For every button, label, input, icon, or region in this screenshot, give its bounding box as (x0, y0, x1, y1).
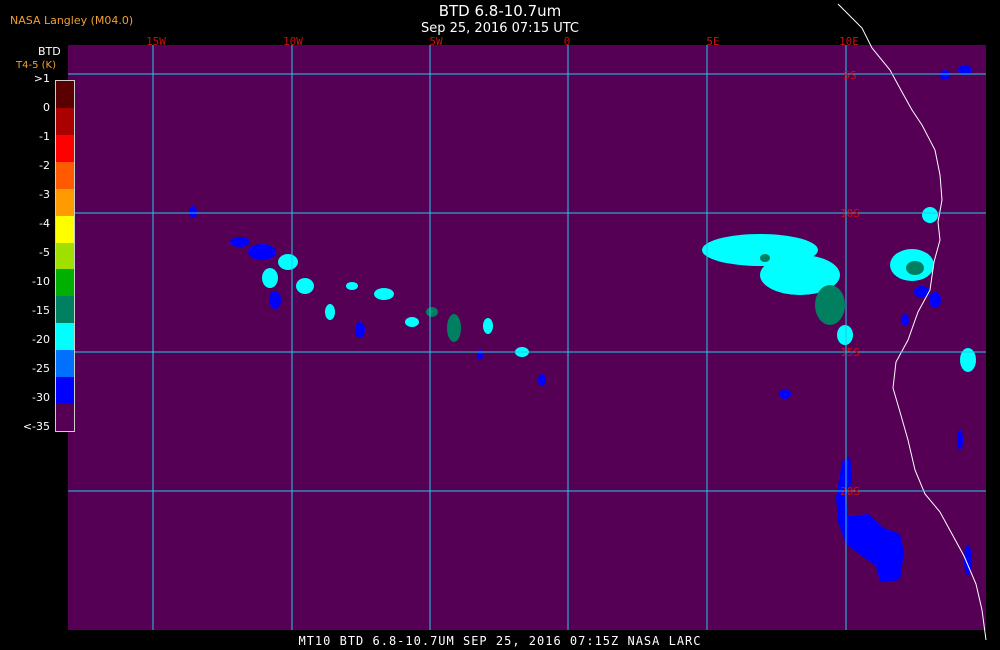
latitude-label: 20S (840, 485, 860, 498)
cloud-feature (374, 288, 394, 300)
cloud-feature (447, 314, 461, 342)
legend-swatch (56, 161, 74, 190)
latitude-label: 10S (840, 207, 860, 220)
legend-tick-label: -25 (32, 362, 50, 375)
cloud-feature (296, 278, 314, 294)
legend-swatch (56, 81, 74, 109)
legend-tick-label: -3 (39, 188, 50, 201)
legend-swatch (56, 323, 74, 351)
cloud-feature (426, 307, 438, 317)
cloud-feature (815, 285, 845, 325)
legend-tick-label: -30 (32, 391, 50, 404)
legend-tick-label: 0 (43, 101, 50, 114)
cloud-feature (230, 237, 250, 247)
legend-swatch (56, 404, 74, 432)
legend-units: T4-5 (K) (16, 60, 56, 71)
legend-swatch (56, 107, 74, 136)
cloud-feature (325, 304, 335, 320)
legend-swatch (56, 242, 74, 270)
cloud-feature (779, 389, 791, 399)
cloud-feature (189, 206, 197, 218)
latitude-label: 15S (840, 346, 860, 359)
cloud-feature (538, 374, 546, 386)
latitude-label: 5S (843, 69, 856, 82)
footer-caption: MT10 BTD 6.8-10.7UM SEP 25, 2016 07:15Z … (298, 634, 702, 648)
cloud-feature (483, 318, 493, 334)
color-legend (55, 80, 75, 432)
cloud-feature (355, 322, 365, 338)
cloud-feature (901, 314, 909, 326)
longitude-label: 10E (839, 35, 859, 48)
legend-swatch (56, 350, 74, 378)
longitude-label: 0 (564, 35, 571, 48)
legend-tick-label: -2 (39, 159, 50, 172)
cloud-feature (906, 261, 924, 275)
legend-tick-label: -15 (32, 304, 50, 317)
map-canvas: 15W 10W 5W 0 5E 10E 5S 10S 15S 20S (68, 3, 987, 641)
cloud-feature (929, 292, 941, 308)
longitude-label: 10W (283, 35, 303, 48)
cloud-feature (346, 282, 358, 290)
cloud-feature (262, 268, 278, 288)
legend-tick-label: -4 (39, 217, 50, 230)
longitude-label: 5W (429, 35, 443, 48)
cloud-feature (760, 254, 770, 262)
legend-swatch (56, 188, 74, 217)
legend-tick-label: -5 (39, 246, 50, 259)
cloud-feature (837, 325, 853, 345)
cloud-feature (922, 207, 938, 223)
legend-tick-label: -10 (32, 275, 50, 288)
legend-swatch (56, 377, 74, 405)
legend-swatch (56, 269, 74, 297)
legend-swatch (56, 296, 74, 324)
legend-swatch (56, 215, 74, 244)
cloud-feature (269, 291, 281, 309)
longitude-label: 15W (146, 35, 166, 48)
legend-tick-label: <-35 (22, 420, 50, 433)
cloud-feature (248, 244, 276, 260)
legend-title: BTD (38, 45, 61, 58)
legend-tick-label: -1 (39, 130, 50, 143)
legend-tick-label: -20 (32, 333, 50, 346)
legend-tick-label: >1 (33, 72, 50, 85)
cloud-feature (914, 286, 930, 298)
legend-swatch (56, 134, 74, 163)
cloud-feature (957, 430, 963, 450)
cloud-feature (940, 70, 950, 80)
cloud-feature (405, 317, 419, 327)
cloud-feature (278, 254, 298, 270)
longitude-label: 5E (706, 35, 719, 48)
